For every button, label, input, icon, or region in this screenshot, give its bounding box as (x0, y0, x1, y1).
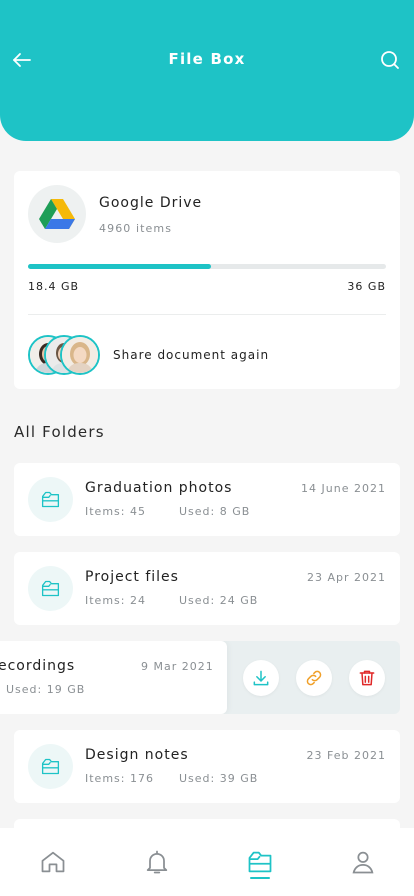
folder-used-size: Used: 19 GB (6, 683, 86, 696)
storage-card[interactable]: Google Drive 4960 items 18.4 GB 36 GB Sh… (14, 171, 400, 389)
folder-item-count: Items: 45 (85, 505, 146, 518)
section-title: All Folders (14, 423, 105, 441)
folder-name: ecordings (0, 658, 76, 674)
search-icon[interactable] (378, 48, 402, 72)
list-item[interactable]: Design notes 23 Feb 2021 Items: 176 Used… (14, 730, 400, 803)
download-icon[interactable] (243, 660, 279, 696)
folder-date: 23 Apr 2021 (306, 571, 386, 584)
folder-name: Graduation photos (85, 480, 233, 496)
folder-icon (28, 566, 73, 611)
page-title: File Box (168, 50, 246, 68)
trash-icon[interactable] (349, 660, 385, 696)
folder-date: 23 Feb 2021 (306, 749, 386, 762)
list-item[interactable]: Project files 23 Apr 2021 Items: 24 Used… (14, 552, 400, 625)
app-header: File Box (0, 0, 414, 141)
home-icon[interactable] (39, 848, 67, 876)
active-tab-indicator (250, 877, 270, 879)
folder-item-count: Items: 176 (85, 772, 154, 785)
folder-used-size: Used: 8 GB (179, 505, 251, 518)
shared-users-avatars[interactable] (28, 335, 104, 377)
link-icon[interactable] (296, 660, 332, 696)
folder-date: 9 Mar 2021 (141, 660, 214, 673)
storage-name: Google Drive (99, 195, 203, 211)
storage-progress-track (28, 264, 386, 269)
storage-progress-fill (28, 264, 211, 269)
folder-icon[interactable] (246, 848, 274, 876)
folder-name: Project files (85, 569, 179, 585)
list-item[interactable]: ecordings 9 Mar 2021 Used: 19 GB (0, 641, 227, 714)
share-document-link[interactable]: Share document again (113, 348, 269, 362)
google-drive-logo (28, 185, 86, 243)
storage-used-label: 18.4 GB (28, 280, 80, 293)
folder-used-size: Used: 24 GB (179, 594, 259, 607)
folder-icon (28, 744, 73, 789)
avatar (60, 335, 100, 375)
storage-item-count: 4960 items (99, 222, 173, 235)
folder-icon (28, 477, 73, 522)
swiped-list-item[interactable]: ecordings 9 Mar 2021 Used: 19 GB (0, 641, 400, 714)
bottom-tab-bar (0, 828, 414, 896)
folder-used-size: Used: 39 GB (179, 772, 259, 785)
folder-name: Design notes (85, 747, 189, 763)
folder-date: 14 June 2021 (301, 482, 386, 495)
list-item[interactable]: Graduation photos 14 June 2021 Items: 45… (14, 463, 400, 536)
folder-item-count: Items: 24 (85, 594, 146, 607)
user-icon[interactable] (349, 848, 377, 876)
divider (28, 314, 386, 315)
bell-icon[interactable] (143, 848, 171, 876)
storage-total-label: 36 GB (347, 280, 386, 293)
